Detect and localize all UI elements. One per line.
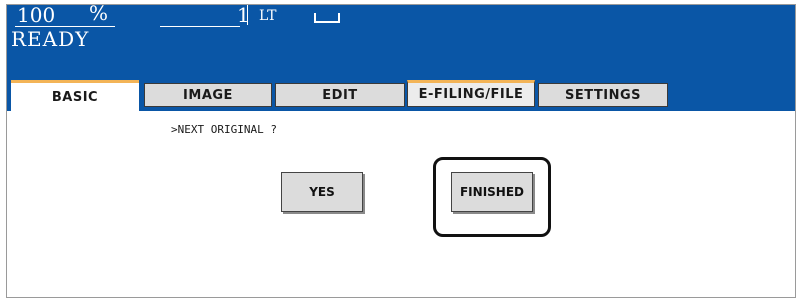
zoom-value: 100 [17, 4, 56, 27]
tab-image[interactable]: IMAGE [144, 83, 272, 107]
tab-settings-label: SETTINGS [564, 87, 642, 103]
tab-basic-label: BASIC [51, 89, 99, 105]
tab-edit[interactable]: EDIT [275, 83, 405, 107]
finished-button[interactable]: FINISHED [451, 172, 533, 212]
tab-settings[interactable]: SETTINGS [538, 83, 668, 107]
tab-edit-label: EDIT [322, 87, 358, 103]
ready-status: READY [11, 27, 90, 51]
zoom-unit: % [89, 4, 109, 25]
tab-bar: BASIC IMAGE EDIT E-FILING/FILE SETTINGS [7, 77, 795, 111]
next-original-prompt: >NEXT ORIGINAL ? [171, 123, 277, 136]
yes-button[interactable]: YES [281, 172, 363, 212]
copies-underline [160, 26, 240, 27]
tab-basic[interactable]: BASIC [11, 80, 139, 111]
finished-button-label: FINISHED [459, 185, 524, 199]
tab-e-filing[interactable]: E-FILING/FILE [407, 80, 535, 107]
tray-icon [314, 13, 340, 23]
copy-count-divider [247, 5, 248, 25]
yes-button-label: YES [309, 185, 335, 199]
status-bar: 100 % READY 1 LT BASIC IMAGE EDIT E-FILI… [7, 5, 795, 111]
tab-image-label: IMAGE [183, 87, 233, 103]
tab-e-filing-label: E-FILING/FILE [418, 87, 524, 102]
paper-size: LT [259, 8, 277, 24]
copier-screen: 100 % READY 1 LT BASIC IMAGE EDIT E-FILI… [6, 4, 796, 298]
